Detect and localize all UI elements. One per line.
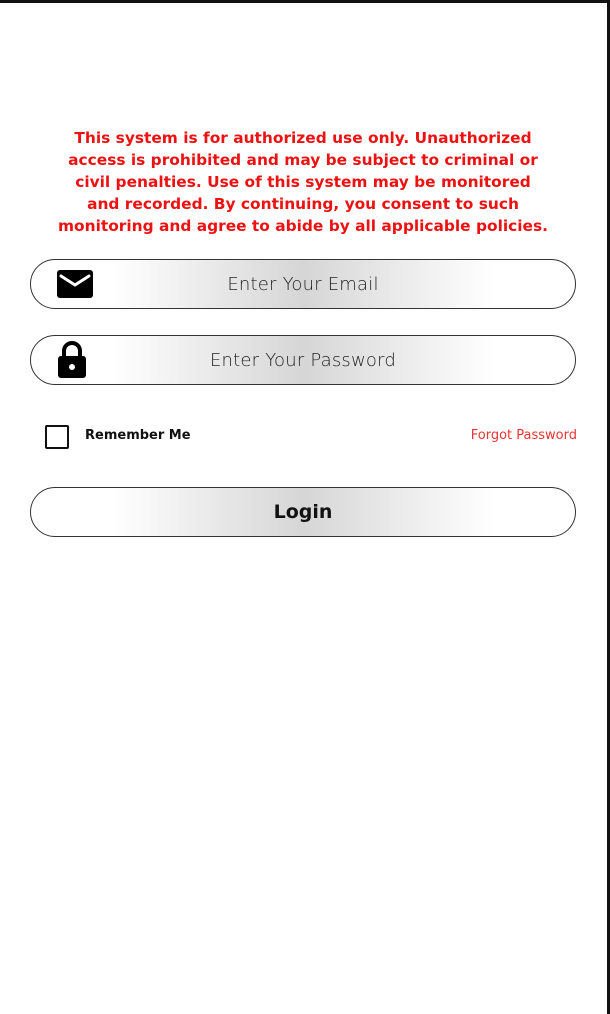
lock-icon [57,341,87,379]
password-placeholder: Enter Your Password [209,349,397,371]
login-button[interactable]: Login [30,487,576,537]
email-placeholder: Enter Your Email [227,273,379,295]
remember-me-checkbox[interactable] [45,425,69,449]
mail-icon [57,270,93,298]
password-field[interactable]: Enter Your Password [30,335,576,385]
login-screen: This system is for authorized use only. … [0,0,610,1014]
login-button-label: Login [273,501,333,523]
remember-me-label: Remember Me [85,428,191,443]
email-field[interactable]: Enter Your Email [30,259,576,309]
authorization-notice: This system is for authorized use only. … [58,129,548,235]
forgot-password-link[interactable]: Forgot Password [471,428,577,443]
remember-row: Remember Me Forgot Password [45,425,577,449]
